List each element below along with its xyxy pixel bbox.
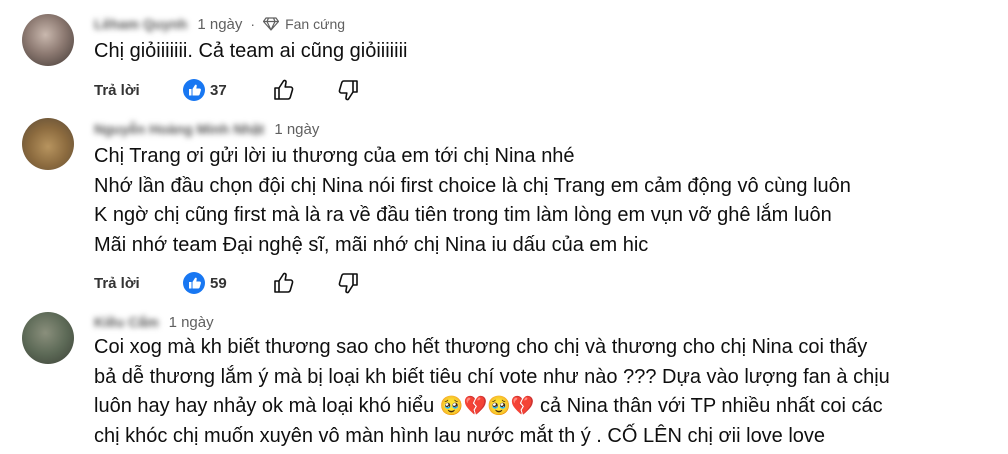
like-button[interactable]: [270, 269, 298, 297]
reply-button[interactable]: Trả lời: [94, 82, 182, 99]
thumbs-up-filled-icon[interactable]: [182, 78, 206, 102]
fan-badge: Fan cứng: [263, 16, 345, 32]
username[interactable]: Lêham Quynh: [94, 16, 187, 32]
comment-actions: Trả lời 59: [94, 268, 398, 298]
emoji: 🥹: [439, 396, 464, 417]
dislike-button[interactable]: [334, 269, 362, 297]
timestamp[interactable]: 1 ngày: [274, 121, 319, 138]
like-group: 37: [182, 78, 270, 102]
comment-text: Chị giỏiiiiiii. Cả team ai cũng giỏiiiii…: [94, 37, 407, 67]
timestamp[interactable]: 1 ngày: [169, 314, 214, 331]
comment-line: Chị giỏiiiiiii. Cả team ai cũng giỏiiiii…: [94, 40, 408, 62]
diamond-icon: [263, 17, 280, 31]
comment-actions: Trả lời 37: [94, 75, 398, 105]
comment-line: K ngờ chị cũng first mà là ra về đầu tiê…: [94, 204, 832, 226]
badge-label: Fan cứng: [285, 16, 346, 32]
thumbs-up-icon: [274, 79, 294, 100]
comment-line: Mãi nhớ team Đại nghệ sĩ, mãi nhớ chị Ni…: [94, 233, 649, 256]
comment-line-with-emoji: luôn hay hay nhảy ok mà loại khó hiểu 🥹💔…: [94, 392, 890, 422]
comment-line: luôn hay hay nhảy ok mà loại khó hiểu: [94, 395, 435, 417]
like-button[interactable]: [270, 76, 298, 104]
username[interactable]: Kiều Cẩm: [94, 314, 159, 330]
comment-line: cả Nina thân với TP nhiều nhất coi các: [540, 395, 883, 417]
avatar[interactable]: [22, 312, 74, 364]
comment-text: Chị Trang ơi gửi lời iu thương của em tớ…: [94, 142, 851, 260]
thumbs-down-icon: [338, 273, 358, 294]
emoji: 💔: [463, 396, 488, 417]
avatar[interactable]: [22, 118, 74, 170]
like-count: 37: [210, 81, 227, 99]
dislike-button[interactable]: [334, 76, 362, 104]
comment-header: Kiều Cẩm 1 ngày: [94, 312, 214, 332]
like-count: 59: [210, 274, 227, 292]
username[interactable]: Nguyễn Hoàng Minh Nhật: [94, 121, 264, 137]
emoji: 💔: [510, 396, 535, 417]
thumbs-down-icon: [338, 80, 358, 101]
like-group: 59: [182, 271, 270, 295]
timestamp[interactable]: 1 ngày: [197, 16, 242, 33]
thumbs-up-filled-icon[interactable]: [182, 271, 206, 295]
comment-header: Nguyễn Hoàng Minh Nhật 1 ngày: [94, 119, 319, 139]
comment-text: Coi xog mà kh biết thương sao cho hết th…: [94, 333, 890, 451]
emoji: 🥹: [487, 396, 511, 417]
comment-line: chị khóc chị muốn xuyên vô màn hình lau …: [94, 424, 826, 447]
comment-line: Nhớ lần đầu chọn đội chị Nina nói first …: [94, 174, 851, 197]
comment-line: Chị Trang ơi gửi lời iu thương của em tớ…: [94, 145, 575, 167]
separator-dot: ·: [250, 16, 256, 32]
thumbs-up-icon: [274, 272, 294, 293]
reply-button[interactable]: Trả lời: [94, 275, 182, 292]
comment-line: bả dễ thương lắm ý mà bị loại kh biết ti…: [94, 365, 890, 388]
avatar[interactable]: [22, 14, 74, 66]
comment-header: Lêham Quynh 1 ngày · Fan cứng: [94, 14, 345, 34]
comment-line: Coi xog mà kh biết thương sao cho hết th…: [94, 336, 868, 358]
